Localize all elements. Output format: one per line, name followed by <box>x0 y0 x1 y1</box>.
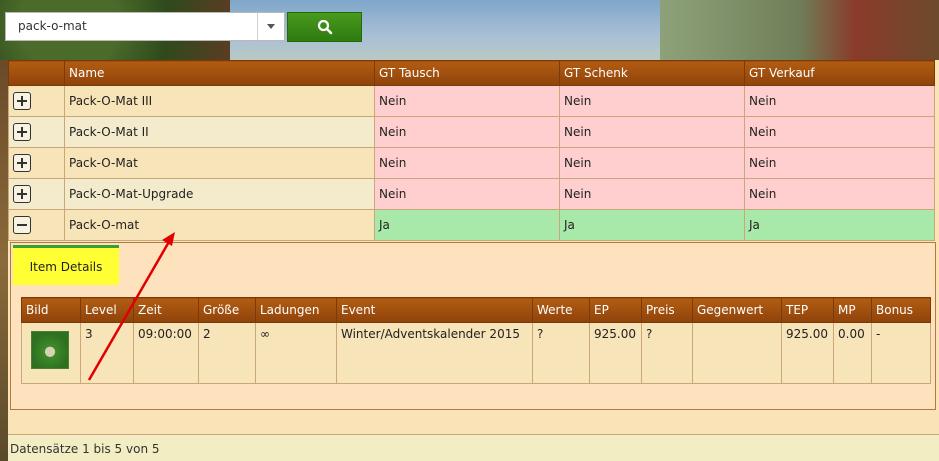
bild-cell <box>21 322 81 384</box>
search-input[interactable]: pack-o-mat <box>18 19 87 33</box>
ep-cell: 925.00 <box>589 322 642 384</box>
column-header-ladungen: Ladungen <box>255 297 337 323</box>
gt-tausch-cell: Nein <box>374 116 560 148</box>
minus-icon[interactable] <box>13 216 31 234</box>
column-header-mp: MP <box>833 297 872 323</box>
name-cell: Pack-O-Mat <box>64 147 375 179</box>
plus-icon[interactable] <box>13 92 31 110</box>
column-header-gt-schenk[interactable]: GT Schenk <box>559 60 745 86</box>
gt-schenk-cell: Nein <box>559 178 745 210</box>
gt-tausch-cell: Ja <box>374 209 560 241</box>
results-table: Name GT Tausch GT Schenk GT Verkauf Pack… <box>8 60 935 241</box>
expand-cell[interactable] <box>8 147 65 179</box>
table-row: Pack-O-Mat II Nein Nein Nein <box>8 116 935 148</box>
plus-icon[interactable] <box>13 154 31 172</box>
mp-cell: 0.00 <box>833 322 872 384</box>
werte-cell: ? <box>532 322 590 384</box>
column-header-tep: TEP <box>781 297 834 323</box>
column-header-name[interactable]: Name <box>64 60 375 86</box>
details-row: 3 09:00:00 2 ∞ Winter/Adventskalender 20… <box>21 322 931 384</box>
column-header-event: Event <box>336 297 533 323</box>
gt-tausch-cell: Nein <box>374 147 560 179</box>
search-button[interactable] <box>287 12 362 42</box>
zeit-cell: 09:00:00 <box>133 322 199 384</box>
column-header-bonus: Bonus <box>871 297 931 323</box>
search-combobox[interactable]: pack-o-mat <box>5 12 285 41</box>
expand-cell[interactable] <box>8 116 65 148</box>
gt-verkauf-cell: Nein <box>744 116 935 148</box>
table-row: Pack-O-Mat Nein Nein Nein <box>8 147 935 179</box>
ladungen-cell: ∞ <box>255 322 337 384</box>
details-header-row: Bild Level Zeit Größe Ladungen Event Wer… <box>21 297 931 323</box>
level-cell: 3 <box>80 322 134 384</box>
table-row: Pack-O-Mat-Upgrade Nein Nein Nein <box>8 178 935 210</box>
column-header-gegenwert: Gegenwert <box>692 297 782 323</box>
tep-cell: 925.00 <box>781 322 834 384</box>
gt-tausch-cell: Nein <box>374 178 560 210</box>
column-header-preis: Preis <box>641 297 693 323</box>
column-header-gt-verkauf[interactable]: GT Verkauf <box>744 60 935 86</box>
expand-cell[interactable] <box>8 85 65 117</box>
column-header-groesse: Größe <box>198 297 256 323</box>
name-cell: Pack-O-mat <box>64 209 375 241</box>
gt-schenk-cell: Ja <box>559 209 745 241</box>
table-row-expanded: Pack-O-mat Ja Ja Ja <box>8 209 935 241</box>
background-scenery-right <box>660 0 939 60</box>
column-header-werte: Werte <box>532 297 590 323</box>
gt-verkauf-cell: Nein <box>744 85 935 117</box>
column-header-zeit: Zeit <box>133 297 199 323</box>
column-header-gt-tausch[interactable]: GT Tausch <box>374 60 560 86</box>
gt-verkauf-cell: Nein <box>744 147 935 179</box>
expand-cell[interactable] <box>8 178 65 210</box>
bonus-cell: - <box>871 322 931 384</box>
chevron-down-icon <box>267 24 275 29</box>
plus-icon[interactable] <box>13 185 31 203</box>
name-cell: Pack-O-Mat-Upgrade <box>64 178 375 210</box>
tab-item-details[interactable]: Item Details <box>13 245 119 285</box>
table-header-row: Name GT Tausch GT Schenk GT Verkauf <box>8 60 935 86</box>
column-header-ep: EP <box>589 297 642 323</box>
pagination-info: Datensätze 1 bis 5 von 5 <box>8 434 939 461</box>
column-header-bild: Bild <box>21 297 81 323</box>
gegenwert-cell <box>692 322 782 384</box>
event-cell: Winter/Adventskalender 2015 <box>336 322 533 384</box>
gt-verkauf-cell: Ja <box>744 209 935 241</box>
plus-icon[interactable] <box>13 123 31 141</box>
item-details-panel: Item Details Bild Level Zeit Größe Ladun… <box>10 242 936 410</box>
collapse-cell[interactable] <box>8 209 65 241</box>
preis-cell: ? <box>641 322 693 384</box>
gt-verkauf-cell: Nein <box>744 178 935 210</box>
results-panel: Name GT Tausch GT Schenk GT Verkauf Pack… <box>8 60 939 461</box>
groesse-cell: 2 <box>198 322 256 384</box>
gt-schenk-cell: Nein <box>559 147 745 179</box>
background-edge <box>0 60 8 461</box>
search-icon <box>317 19 332 35</box>
gt-schenk-cell: Nein <box>559 116 745 148</box>
table-row: Pack-O-Mat III Nein Nein Nein <box>8 85 935 117</box>
expand-column-header <box>8 60 65 86</box>
dropdown-toggle[interactable] <box>257 13 284 40</box>
gt-schenk-cell: Nein <box>559 85 745 117</box>
item-image <box>31 331 69 369</box>
name-cell: Pack-O-Mat III <box>64 85 375 117</box>
column-header-level: Level <box>80 297 134 323</box>
name-cell: Pack-O-Mat II <box>64 116 375 148</box>
gt-tausch-cell: Nein <box>374 85 560 117</box>
item-details-table: Bild Level Zeit Größe Ladungen Event Wer… <box>21 297 931 384</box>
